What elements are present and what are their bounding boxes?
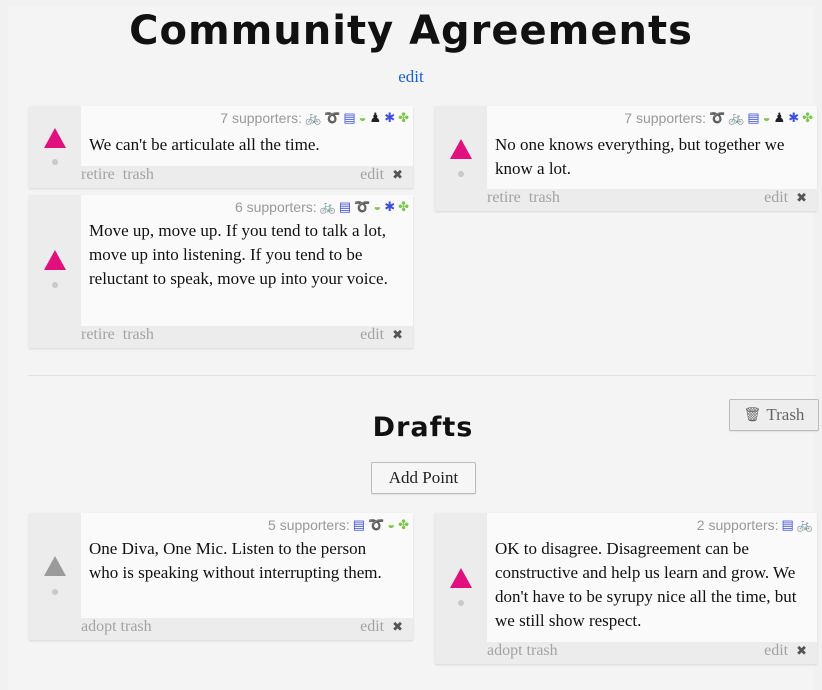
supporters-line: 7 supporters: 🚲 ➰ ▤ ◒ ♟ ✱ ✤ bbox=[220, 110, 409, 126]
edit-link[interactable]: edit bbox=[764, 642, 788, 659]
agreement-text: We can't be articulate all the time. bbox=[89, 135, 320, 154]
supporters-line: 5 supporters: ▤ ➰ ◒ ✤ bbox=[268, 517, 409, 533]
agreement-text: Move up, move up. If you tend to talk a … bbox=[89, 221, 388, 288]
edit-link[interactable]: edit bbox=[764, 189, 788, 206]
trash-link[interactable]: trash bbox=[121, 618, 152, 635]
draft-card: 2 supporters: ▤ 🚲 OK to disagree. Disagr… bbox=[435, 513, 817, 664]
supporters-count: 2 supporters: bbox=[696, 517, 779, 533]
edit-link[interactable]: edit bbox=[360, 166, 384, 183]
supporters-count: 6 supporters: bbox=[234, 199, 317, 215]
adopt-link[interactable]: adopt bbox=[81, 618, 117, 635]
book-icon: ▤ bbox=[781, 517, 794, 532]
agreement-card: 7 supporters: ➰ 🚲 ▤ ◒ ♟ ✱ ✤ No one knows… bbox=[435, 106, 817, 211]
person-icon: ♟ bbox=[369, 110, 382, 125]
trash-link[interactable]: trash bbox=[529, 189, 560, 206]
mask-icon: ◒ bbox=[762, 110, 771, 125]
supporters-count: 5 supporters: bbox=[268, 517, 350, 533]
mask-icon: ◒ bbox=[358, 110, 367, 125]
book-icon: ▤ bbox=[343, 110, 356, 125]
retire-link[interactable]: retire bbox=[81, 166, 115, 183]
upvote-icon[interactable] bbox=[44, 250, 66, 270]
bug-icon: ✱ bbox=[384, 199, 396, 214]
supporters-count: 7 supporters: bbox=[624, 110, 706, 126]
retire-link[interactable]: retire bbox=[81, 326, 115, 343]
card-footer: retire trash edit ✖ bbox=[81, 326, 403, 346]
paw-icon: ✤ bbox=[398, 517, 409, 532]
bug-icon: ✱ bbox=[384, 110, 396, 125]
drafts-heading: Drafts bbox=[372, 412, 474, 443]
person-icon: ♟ bbox=[773, 110, 786, 125]
paperclip-icon: ➰ bbox=[324, 110, 341, 125]
edit-link[interactable]: edit bbox=[360, 618, 384, 635]
supporters-line: 2 supporters: ▤ 🚲 bbox=[697, 517, 813, 533]
agreement-text: No one knows everything, but together we… bbox=[495, 135, 785, 178]
agreement-card: 7 supporters: 🚲 ➰ ▤ ◒ ♟ ✱ ✤ We can't be … bbox=[29, 106, 413, 188]
agreement-card: 6 supporters: 🚲 ▤ ➰ ◒ ✱ ✤ Move up, move … bbox=[29, 195, 413, 348]
card-footer: adopt trash edit ✖ bbox=[487, 642, 807, 662]
upvote-icon[interactable] bbox=[450, 568, 472, 588]
card-footer: retire trash edit ✖ bbox=[487, 189, 807, 209]
card-footer: retire trash edit ✖ bbox=[81, 166, 403, 186]
book-icon: ▤ bbox=[747, 110, 760, 125]
bug-icon: ✱ bbox=[788, 110, 800, 125]
bike-icon: 🚲 bbox=[728, 110, 745, 125]
book-icon: ▤ bbox=[352, 517, 366, 532]
trash-link[interactable]: trash bbox=[527, 642, 558, 659]
section-divider bbox=[28, 375, 816, 376]
supporters-line: 6 supporters: 🚲 ▤ ➰ ◒ ✱ ✤ bbox=[235, 199, 409, 215]
vote-dot bbox=[458, 600, 464, 606]
bike-icon: 🚲 bbox=[796, 517, 813, 532]
upvote-icon[interactable] bbox=[44, 556, 66, 576]
edit-agreements-link[interactable]: edit bbox=[0, 67, 822, 87]
add-point-button[interactable]: Add Point bbox=[371, 462, 476, 494]
upvote-icon[interactable] bbox=[44, 128, 66, 148]
page-title: Community Agreements bbox=[129, 8, 693, 54]
paw-icon: ✤ bbox=[398, 110, 409, 125]
vote-dot bbox=[52, 159, 58, 165]
supporters-count: 7 supporters: bbox=[220, 110, 302, 126]
paperclip-icon: ➰ bbox=[354, 199, 371, 214]
card-footer: adopt trash edit ✖ bbox=[81, 618, 403, 638]
mask-icon: ◒ bbox=[387, 517, 396, 532]
draft-card: 5 supporters: ▤ ➰ ◒ ✤ One Diva, One Mic.… bbox=[29, 513, 413, 640]
adopt-link[interactable]: adopt bbox=[487, 642, 523, 659]
paperclip-icon: ➰ bbox=[709, 110, 726, 125]
draft-text: OK to disagree. Disagreement can be cons… bbox=[495, 539, 797, 630]
move-icon[interactable]: ✖ bbox=[796, 191, 807, 206]
upvote-icon[interactable] bbox=[450, 139, 472, 159]
supporters-line: 7 supporters: ➰ 🚲 ▤ ◒ ♟ ✱ ✤ bbox=[624, 110, 813, 126]
vote-dot bbox=[52, 589, 58, 595]
edit-link[interactable]: edit bbox=[360, 326, 384, 343]
mask-icon: ◒ bbox=[373, 199, 382, 214]
move-icon[interactable]: ✖ bbox=[392, 620, 403, 635]
book-icon: ▤ bbox=[338, 199, 352, 214]
move-icon[interactable]: ✖ bbox=[796, 644, 807, 659]
move-icon[interactable]: ✖ bbox=[392, 168, 403, 183]
paperclip-icon: ➰ bbox=[368, 517, 385, 532]
vote-dot bbox=[458, 171, 464, 177]
retire-link[interactable]: retire bbox=[487, 189, 521, 206]
vote-dot bbox=[52, 282, 58, 288]
bike-icon: 🚲 bbox=[305, 110, 322, 125]
move-icon[interactable]: ✖ bbox=[392, 328, 403, 343]
paw-icon: ✤ bbox=[398, 199, 409, 214]
trash-link[interactable]: trash bbox=[123, 326, 154, 343]
trash-link[interactable]: trash bbox=[123, 166, 154, 183]
bike-icon: 🚲 bbox=[319, 199, 336, 214]
draft-text: One Diva, One Mic. Listen to the person … bbox=[89, 539, 382, 582]
paw-icon: ✤ bbox=[802, 110, 813, 125]
